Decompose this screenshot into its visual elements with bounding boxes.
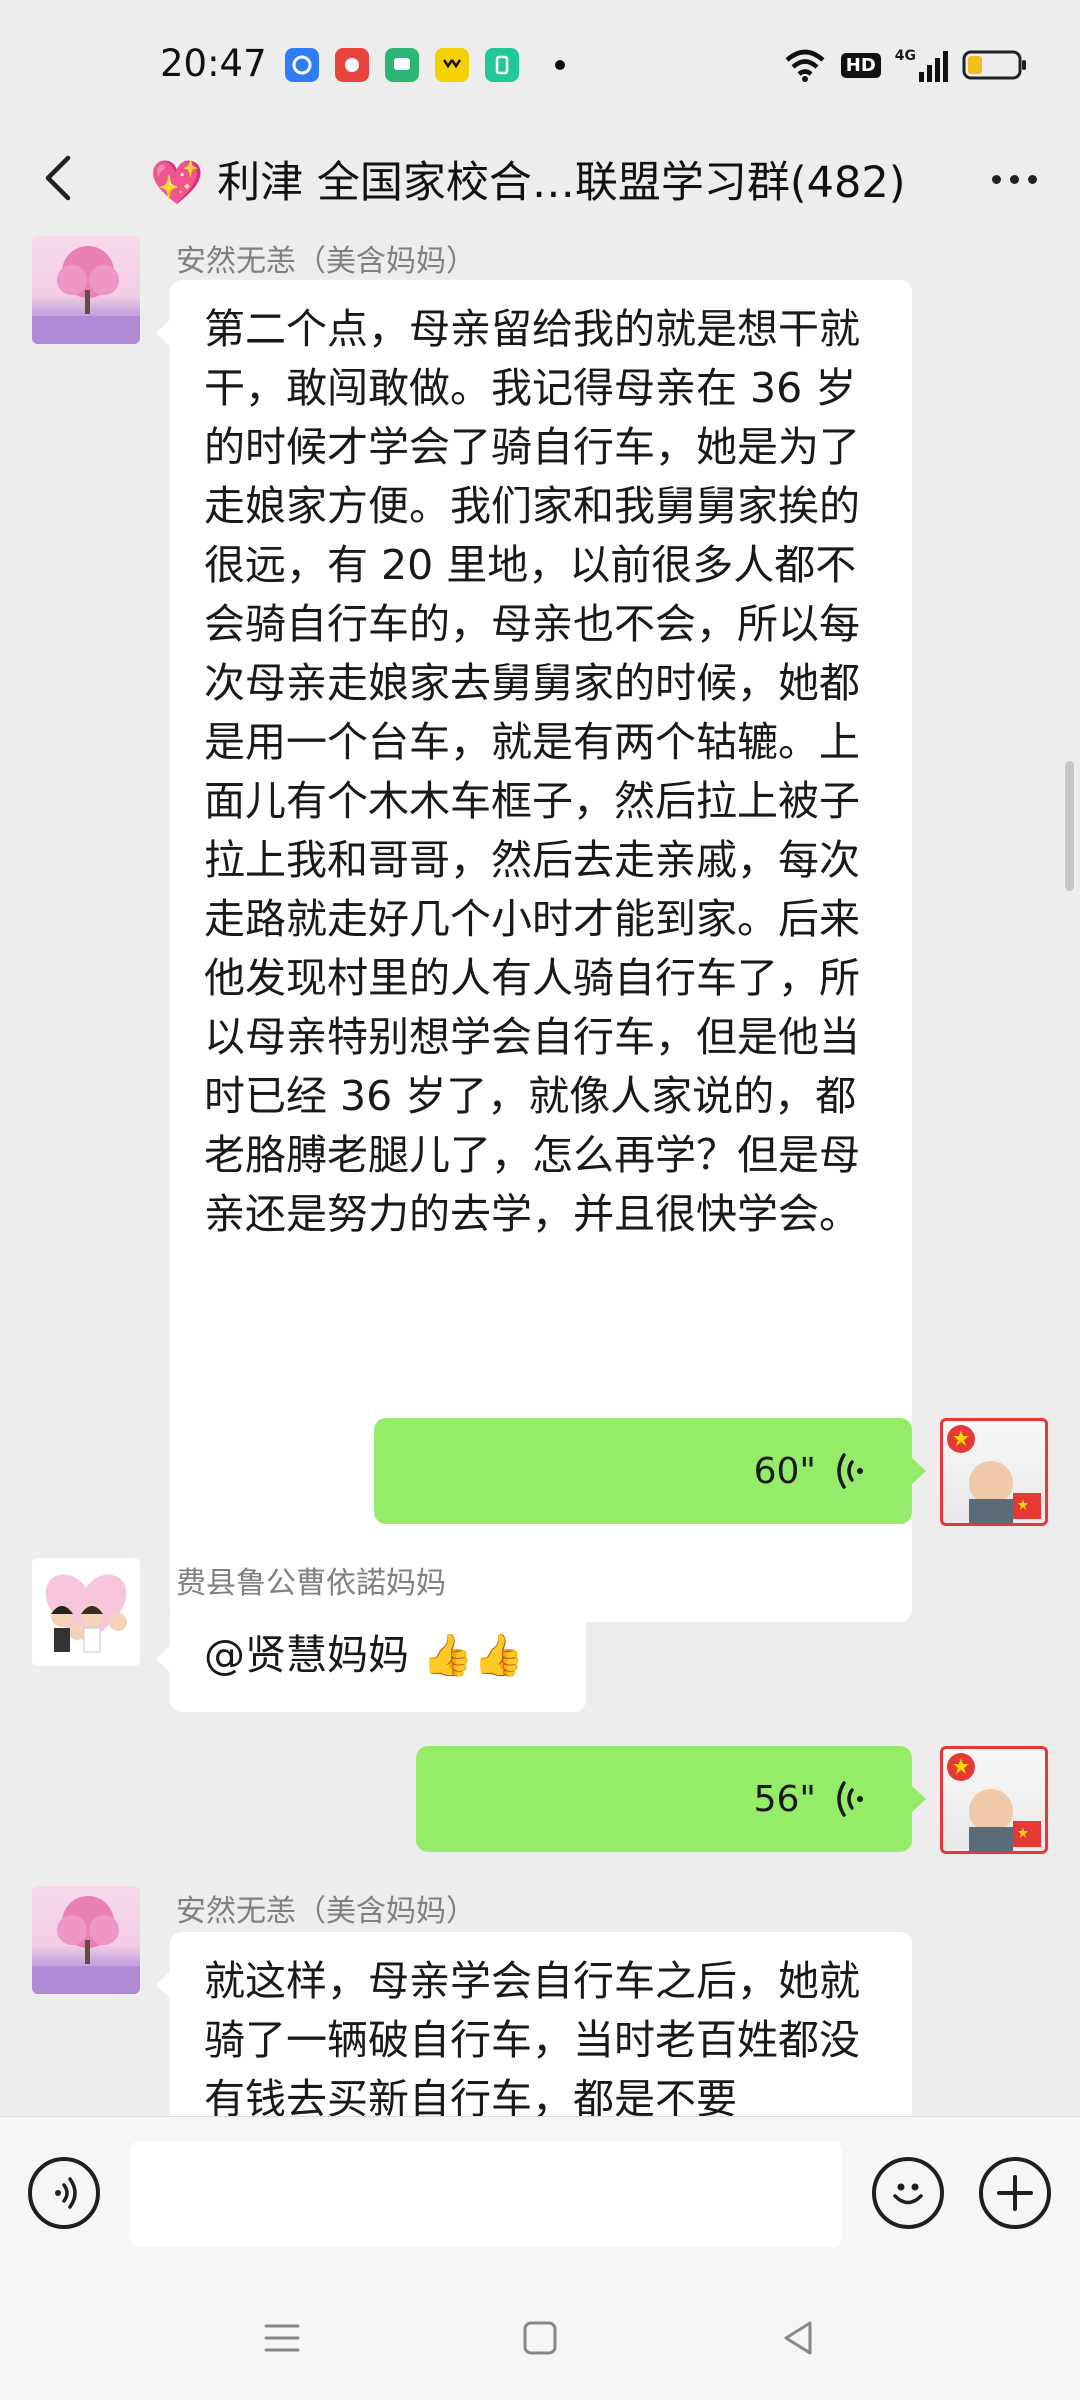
message-bubble[interactable]: 就这样，母亲学会自行车之后，她就骑了一辆破自行车，当时老百姓都没有钱去买新自行车… bbox=[156, 1932, 912, 2116]
hd-badge: HD bbox=[840, 52, 881, 78]
dot-icon bbox=[991, 174, 1001, 184]
back-triangle-icon bbox=[784, 2321, 812, 2355]
voice-icon bbox=[55, 2177, 77, 2209]
self-avatar[interactable] bbox=[940, 1418, 1048, 1526]
status-app-icons bbox=[285, 48, 565, 82]
chevron-left-icon bbox=[45, 155, 71, 201]
wifi-icon bbox=[785, 49, 825, 82]
more-options-button[interactable] bbox=[984, 154, 1044, 204]
browser-icon bbox=[285, 48, 319, 82]
message-input[interactable] bbox=[130, 2141, 842, 2247]
cartoon-family-avatar-icon bbox=[45, 1574, 127, 1653]
input-bar bbox=[0, 2116, 1080, 2277]
avatar[interactable] bbox=[32, 1886, 140, 1994]
nav-home-button[interactable] bbox=[516, 2314, 564, 2362]
status-right: HD 4G bbox=[783, 48, 1028, 82]
system-navigation-bar bbox=[0, 2276, 1080, 2400]
sender-name: 安然无恙（美含妈妈） bbox=[176, 1894, 476, 1929]
menu-icon bbox=[264, 2324, 300, 2352]
home-square-icon bbox=[523, 2321, 557, 2355]
voice-duration: 60" bbox=[753, 1450, 816, 1492]
voice-input-button[interactable] bbox=[28, 2157, 100, 2229]
scrollbar[interactable] bbox=[1065, 761, 1074, 891]
notification-dot-icon bbox=[555, 60, 565, 70]
app-red-icon bbox=[335, 48, 369, 82]
voice-duration: 56" bbox=[753, 1778, 816, 1820]
dot-icon bbox=[1027, 174, 1037, 184]
avatar[interactable] bbox=[32, 1558, 140, 1666]
voice-wave-icon bbox=[837, 1453, 863, 1489]
chat-header: 💖 利津 全国家校合…联盟学习群(482) bbox=[0, 120, 1080, 236]
status-time: 20:47 bbox=[160, 42, 267, 85]
child-flag-avatar-icon bbox=[947, 1425, 1041, 1523]
voice-message-bubble[interactable]: 56" bbox=[416, 1746, 926, 1852]
chat-title: 💖 利津 全国家校合…联盟学习群(482) bbox=[150, 158, 906, 208]
status-bar: 20:47 HD 4G bbox=[0, 0, 1080, 136]
yy-icon bbox=[435, 48, 469, 82]
network-type-label: 4G bbox=[894, 48, 916, 64]
sender-name: 安然无恙（美含妈妈） bbox=[176, 244, 476, 279]
pink-tree-avatar-icon bbox=[32, 246, 140, 344]
avatar[interactable] bbox=[32, 236, 140, 344]
message-bubble[interactable]: @贤慧妈妈 👍👍 bbox=[156, 1606, 586, 1712]
voice-wave-icon bbox=[837, 1781, 863, 1817]
emoji-button[interactable] bbox=[872, 2157, 944, 2229]
dot-icon bbox=[1009, 174, 1019, 184]
more-functions-button[interactable] bbox=[979, 2157, 1051, 2229]
phone-manager-icon bbox=[485, 48, 519, 82]
child-flag-avatar-icon bbox=[947, 1753, 1041, 1851]
back-button[interactable] bbox=[30, 148, 90, 208]
sender-name: 费县鲁公曹依諾妈妈 bbox=[176, 1566, 446, 1601]
self-avatar[interactable] bbox=[940, 1746, 1048, 1854]
nav-back-button[interactable] bbox=[774, 2314, 822, 2362]
nav-menu-button[interactable] bbox=[258, 2314, 306, 2362]
chat-messages[interactable]: 安然无恙（美含妈妈） 第二个点，母亲留给我的就是想干就干，敢闯敢做。我记得母亲在… bbox=[0, 236, 1080, 2116]
voice-message-bubble[interactable]: 60" bbox=[374, 1418, 926, 1524]
signal-4g-icon: 4G bbox=[895, 48, 948, 82]
pink-tree-avatar-icon bbox=[32, 1896, 140, 1994]
message-icon bbox=[385, 48, 419, 82]
battery-icon bbox=[962, 50, 1026, 80]
plus-icon bbox=[997, 2175, 1033, 2211]
smiley-icon bbox=[893, 2183, 923, 2205]
